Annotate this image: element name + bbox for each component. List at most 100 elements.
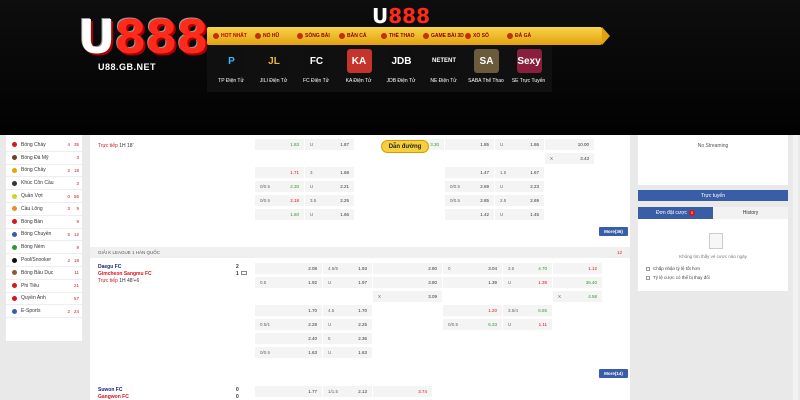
odds-cell[interactable]: 0/0.5 2.30	[255, 181, 305, 192]
odds-cell[interactable]: 0/0.5 2.69	[445, 181, 495, 192]
odds-cell[interactable]: 3.5 4.70	[503, 263, 553, 274]
brand-logo[interactable]: U888 U88.GB.NET	[78, 10, 216, 72]
team-home[interactable]: Suwon FC	[98, 387, 122, 393]
odds-cell[interactable]: U 2.25	[323, 319, 373, 330]
odds-cell[interactable]: 0 3.04	[443, 263, 503, 274]
sidebar-item-2[interactable]: Bóng Chày 2 18	[6, 165, 82, 178]
more-markets-button[interactable]: More(14)	[599, 369, 628, 378]
sidebar-item-7[interactable]: Bóng Chuyền 5 12	[6, 229, 82, 242]
sidebar-item-6[interactable]: Bóng Bàn 9	[6, 216, 82, 229]
sidebar-item-3[interactable]: Khúc Côn Cầu 3	[6, 177, 82, 191]
nav-item-2[interactable]: SÒNG BÀI	[297, 27, 339, 45]
sidebar-item-1[interactable]: Bóng Đá Mỹ 3	[6, 152, 82, 165]
sidebar-item-12[interactable]: Quyền Anh 57	[6, 293, 82, 306]
odds-cell[interactable]: 3 1.68	[305, 167, 355, 178]
provider-item-5[interactable]: NETENT NE Điện Tử	[423, 45, 466, 92]
checkbox[interactable]	[646, 275, 650, 280]
team-home[interactable]: Daegu FC	[98, 264, 121, 270]
odds-cell[interactable]: U 1.11	[503, 319, 553, 330]
odds-cell[interactable]: 1.85	[445, 139, 495, 150]
sidebar-item-11[interactable]: Phi Tiêu 21	[6, 280, 82, 293]
odds-cell[interactable]: 3.74	[373, 386, 433, 397]
odds-cell[interactable]: X 3.09	[373, 291, 443, 302]
odds-cell[interactable]: U 2.23	[495, 181, 545, 192]
guide-button[interactable]: Dẫn đường	[381, 140, 429, 153]
odds-cell[interactable]: 36.40	[553, 277, 603, 288]
nav-item-7[interactable]: ĐÁ GÀ	[507, 27, 549, 45]
nav-item-6[interactable]: XỔ SỐ	[465, 27, 507, 45]
odds-cell[interactable]: 1.39	[443, 277, 503, 288]
nav-item-4[interactable]: THỂ THAO	[381, 27, 423, 45]
odds-cell[interactable]: 0/0.5 1.63	[255, 347, 323, 358]
odds-cell[interactable]: 1.70	[255, 305, 323, 316]
league-header[interactable]: GIẢI K LEAGUE 1 HÀN QUỐC 12	[90, 247, 630, 258]
odds-cell[interactable]: X 3.43	[545, 153, 595, 164]
nav-item-5[interactable]: GAME BÀI 3D	[423, 27, 465, 45]
provider-item-6[interactable]: SA SABA Thể Thao	[465, 45, 508, 92]
provider-item-3[interactable]: KA KA Điện Tử	[338, 45, 381, 92]
odds-cell[interactable]: 1.83	[255, 139, 305, 150]
odds-cell[interactable]: 3.5/4 6.55	[503, 305, 553, 316]
odds-cell[interactable]: 2.80	[373, 263, 443, 274]
sidebar-item-10[interactable]: Bóng Bầu Dục 11	[6, 267, 82, 280]
tv-icon[interactable]	[241, 271, 247, 275]
accept-better-odds-option[interactable]: Chấp nhận tỷ lệ tốt hơn	[646, 266, 700, 271]
odds-cell[interactable]: 4.5 1.70	[323, 305, 373, 316]
sidebar-item-0[interactable]: Bóng Chày 4 35	[6, 139, 82, 152]
sidebar-item-5[interactable]: Cầu Lông 3 9	[6, 203, 82, 216]
sidebar-item-8[interactable]: Bóng Ném 9	[6, 241, 82, 255]
sidebar-item-13[interactable]: E-Sports 2 24	[6, 305, 82, 319]
odds-cell[interactable]: 3.5 2.25	[305, 195, 355, 206]
odds-cell[interactable]: U 1.87	[305, 139, 355, 150]
provider-item-7[interactable]: Sexy SE Trực Tuyến	[508, 45, 551, 92]
odds-cell[interactable]: 2.08	[255, 263, 323, 274]
odds-cell[interactable]: U 1.39	[503, 277, 553, 288]
odds-cell[interactable]: 0/0.5 2.18	[255, 195, 305, 206]
odds-cell[interactable]: 2.5 2.69	[495, 195, 545, 206]
odds-cell[interactable]: X 4.58	[553, 291, 603, 302]
live-tv-button[interactable]: Trực tuyến	[638, 190, 788, 201]
odds-cell[interactable]: U 2.21	[305, 181, 355, 192]
odds-cell[interactable]: 1.60	[255, 209, 305, 220]
provider-item-0[interactable]: P TP Điện Tử	[210, 45, 253, 92]
checkbox[interactable]	[646, 266, 650, 271]
more-markets-button[interactable]: More(36)	[599, 227, 628, 236]
odds-cell[interactable]: 1.42	[445, 209, 495, 220]
sidebar-item-9[interactable]: Pool/Snooker 2 18	[6, 254, 82, 267]
odds-cell[interactable]: 1.12	[553, 263, 603, 274]
odds-cell[interactable]: 1.71	[255, 167, 305, 178]
odds-cell[interactable]: 5 2.36	[323, 333, 373, 344]
odds-cell[interactable]: 1.47	[445, 167, 495, 178]
odds-cell[interactable]: U 1.86	[495, 139, 545, 150]
center-logo[interactable]: U888	[372, 4, 430, 28]
odds-cell[interactable]: 0.5 1.92	[255, 277, 323, 288]
odds-cell[interactable]: U 1.63	[323, 347, 373, 358]
team-away[interactable]: Gangwon FC	[98, 394, 129, 400]
provider-item-4[interactable]: JDB JDB Điện Tử	[380, 45, 423, 92]
odds-cell[interactable]: 1.5 1.67	[495, 167, 545, 178]
odds-cell[interactable]: 1/1.5 2.13	[323, 386, 373, 397]
odds-cell[interactable]: U 1.45	[495, 209, 545, 220]
odds-cell[interactable]: 1.20	[443, 305, 503, 316]
odds-cell[interactable]: 2.40	[255, 333, 323, 344]
nav-item-1[interactable]: NỔ HŨ	[255, 27, 297, 45]
odds-cell[interactable]: 1.77	[255, 386, 323, 397]
sidebar-item-4[interactable]: Quần Vợt 0 56	[6, 190, 82, 203]
nav-item-3[interactable]: BẮN CÁ	[339, 27, 381, 45]
odds-cell[interactable]: U 1.97	[323, 277, 373, 288]
tab-betslip[interactable]: Đơn đặt cược 0	[638, 207, 713, 219]
team-away[interactable]: Gimcheon Sangmu FC	[98, 271, 152, 277]
odds-cell[interactable]: U 1.66	[305, 209, 355, 220]
tab-history[interactable]: History	[713, 207, 788, 219]
provider-item-2[interactable]: FC FC Điện Tử	[295, 45, 338, 92]
provider-item-1[interactable]: JL JILI Điện Tử	[253, 45, 296, 92]
odds-change-option[interactable]: Tỷ lệ cược có thể bị thay đổi	[646, 275, 710, 280]
odds-cell[interactable]: 0/0.5 2.85	[445, 195, 495, 206]
odds-cell[interactable]: 0/0.5 6.33	[443, 319, 503, 330]
nav-item-0[interactable]: HOT NHẤT	[213, 27, 255, 45]
odds-cell[interactable]: 10.00	[545, 139, 595, 150]
odds-cell[interactable]: 0.5/1 2.28	[255, 319, 323, 330]
page-scrollbar[interactable]	[793, 135, 798, 400]
odds-cell[interactable]: 4.5/5 1.93	[323, 263, 373, 274]
odds-cell[interactable]: 3.80	[373, 277, 443, 288]
